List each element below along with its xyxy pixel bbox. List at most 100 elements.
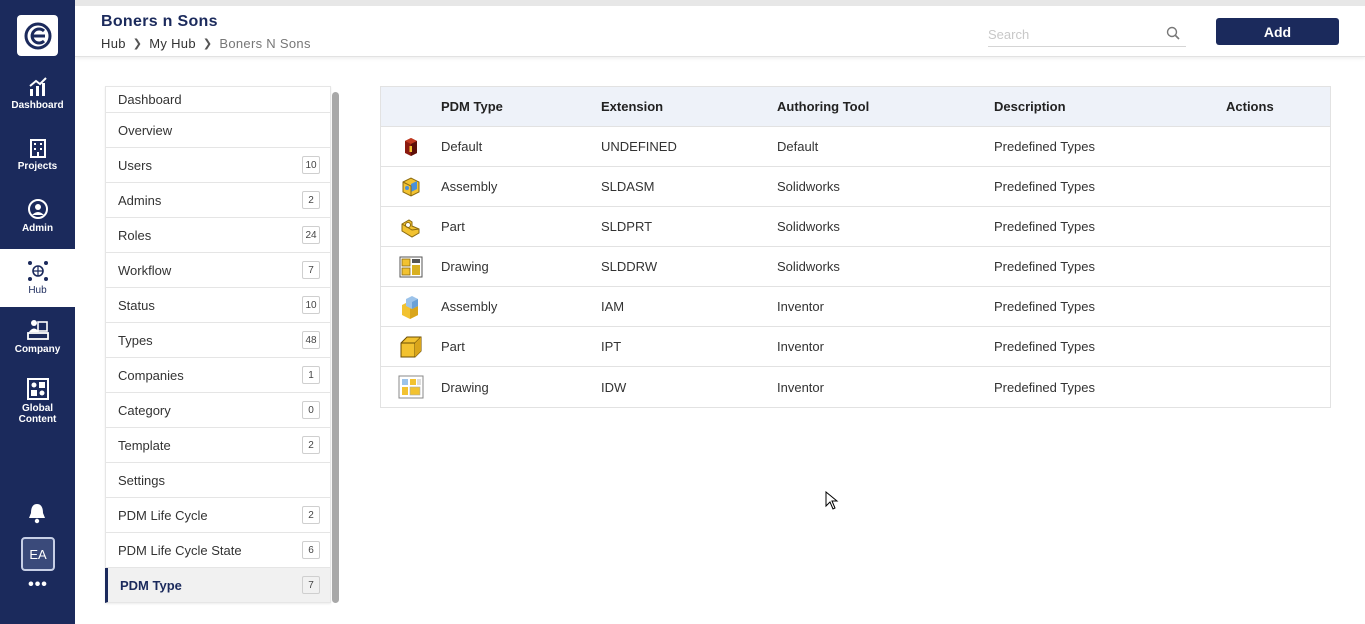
inventor-assembly-icon (381, 295, 441, 319)
menu-item-label: Overview (118, 122, 173, 138)
app-logo[interactable] (17, 15, 58, 56)
menu-item-label: PDM Life Cycle State (118, 542, 242, 558)
column-header-actions: Actions (1226, 99, 1274, 114)
column-header-description[interactable]: Description (994, 99, 1226, 114)
cell-authoring-tool: Solidworks (777, 259, 840, 274)
cell-description: Predefined Types (994, 259, 1095, 274)
menu-item-label: Dashboard (118, 92, 182, 107)
cell-description: Predefined Types (994, 379, 1095, 395)
search-icon[interactable] (1166, 26, 1180, 45)
cell-extension: IDW (601, 379, 627, 395)
cell-extension: UNDEFINED (601, 139, 677, 154)
menu-item-label: Users (118, 157, 152, 173)
table-header: PDM Type Extension Authoring Tool Descri… (381, 87, 1330, 127)
rail-label: Dashboard (11, 100, 64, 111)
rail-item-company[interactable]: Company (0, 308, 75, 366)
table-row[interactable]: Part IPT Inventor Predefined Types (381, 327, 1330, 367)
menu-item[interactable]: Status 10 (105, 288, 331, 323)
inventor-drawing-icon (381, 375, 441, 399)
menu-item-label: Companies (118, 367, 184, 383)
table-row[interactable]: Drawing IDW Inventor Predefined Types (381, 367, 1330, 407)
menu-item-label: Template (118, 437, 171, 453)
rail-label: Projects (17, 161, 58, 172)
chevron-right-icon: ❯ (202, 38, 213, 50)
cell-authoring-tool: Inventor (777, 299, 824, 314)
menu-item[interactable]: Overview (105, 113, 331, 148)
count-badge: 2 (302, 191, 320, 209)
column-header-pdm-type[interactable]: PDM Type (441, 99, 601, 114)
menu-item[interactable]: Settings (105, 463, 331, 498)
table-row[interactable]: Assembly SLDASM Solidworks Predefined Types (381, 167, 1330, 207)
cell-description: Predefined Types (994, 179, 1095, 194)
search-input[interactable] (988, 23, 1158, 45)
menu-item[interactable]: Admins 2 (105, 183, 331, 218)
column-header-authoring-tool[interactable]: Authoring Tool (777, 99, 994, 114)
table-row[interactable]: Part SLDPRT Solidworks Predefined Types (381, 207, 1330, 247)
menu-item-label: Types (118, 332, 153, 348)
count-badge: 2 (302, 506, 320, 524)
cell-authoring-tool: Solidworks (777, 179, 840, 194)
cell-pdm-type: Drawing (441, 379, 489, 395)
hub-menu: Dashboard Overview Users 10 Admins 2 Roles 24 Wo… (105, 86, 331, 603)
add-button[interactable]: Add (1216, 18, 1339, 45)
menu-item-label: PDM Life Cycle (118, 507, 208, 523)
cell-extension: IAM (601, 299, 625, 314)
menu-item[interactable]: Users 10 (105, 148, 331, 183)
mouse-cursor-icon (825, 490, 839, 516)
inventor-part-icon (381, 335, 441, 359)
menu-item-label: Status (118, 297, 155, 313)
menu-item[interactable]: Category 0 (105, 393, 331, 428)
more-icon[interactable]: ••• (24, 576, 52, 594)
notification-bell-icon[interactable] (27, 502, 47, 529)
cell-pdm-type: Default (441, 139, 483, 154)
cell-authoring-tool: Inventor (777, 339, 824, 354)
search-box (988, 23, 1186, 47)
logo-icon (24, 22, 51, 49)
chart-up-icon (28, 77, 47, 96)
rail-item-admin[interactable]: Admin (0, 187, 75, 245)
rail-item-hub[interactable]: Hub (0, 249, 75, 307)
menu-item-label: PDM Type (120, 577, 182, 593)
breadcrumb-my-hub[interactable]: My Hub (149, 36, 196, 51)
cell-pdm-type: Assembly (441, 179, 498, 194)
solidworks-drawing-icon (381, 256, 441, 278)
cell-extension: IPT (601, 339, 622, 354)
rail-item-dashboard[interactable]: Dashboard (0, 65, 75, 123)
breadcrumb-hub[interactable]: Hub (101, 36, 126, 51)
rail-item-projects[interactable]: Projects (0, 126, 75, 184)
app-rail: Dashboard Projects Admin Hub Company Glo… (0, 0, 75, 624)
cell-authoring-tool: Inventor (777, 379, 824, 395)
menu-item[interactable]: Companies 1 (105, 358, 331, 393)
column-header-extension[interactable]: Extension (601, 99, 777, 114)
table-row[interactable]: Default UNDEFINED Default Predefined Types (381, 127, 1330, 167)
menu-item[interactable]: PDM Type 7 (105, 568, 331, 603)
menu-item[interactable]: Dashboard (105, 86, 331, 113)
table-row[interactable]: Drawing SLDDRW Solidworks Predefined Types (381, 247, 1330, 287)
cell-description: Predefined Types (994, 139, 1095, 154)
menu-item[interactable]: PDM Life Cycle 2 (105, 498, 331, 533)
count-badge: 2 (302, 436, 320, 454)
solidworks-part-icon (381, 216, 441, 238)
menu-item[interactable]: Types 48 (105, 323, 331, 358)
avatar[interactable]: EA (21, 537, 55, 571)
count-badge: 1 (302, 366, 320, 384)
rail-label: Hub (28, 285, 47, 296)
menu-item[interactable]: Roles 24 (105, 218, 331, 253)
count-badge: 10 (302, 156, 320, 174)
table-body: Default UNDEFINED Default Predefined Types A… (381, 127, 1330, 407)
menu-item[interactable]: Workflow 7 (105, 253, 331, 288)
menu-item[interactable]: PDM Life Cycle State 6 (105, 533, 331, 568)
menu-item-label: Admins (118, 192, 162, 208)
breadcrumb-current: Boners N Sons (219, 36, 311, 51)
table-row[interactable]: Assembly IAM Inventor Predefined Types (381, 287, 1330, 327)
breadcrumb: Hub ❯ My Hub ❯ Boners N Sons (101, 36, 311, 51)
menu-item[interactable]: Template 2 (105, 428, 331, 463)
company-icon (26, 320, 49, 340)
pdm-type-table: PDM Type Extension Authoring Tool Descri… (380, 86, 1331, 408)
rail-item-global-content[interactable]: Global Content (0, 370, 75, 432)
menu-scrollbar[interactable] (332, 92, 339, 603)
globe-network-icon (27, 261, 48, 281)
menu-item-label: Settings (118, 472, 165, 488)
cell-extension: SLDPRT (601, 219, 653, 234)
rail-label: Global Content (18, 402, 57, 425)
